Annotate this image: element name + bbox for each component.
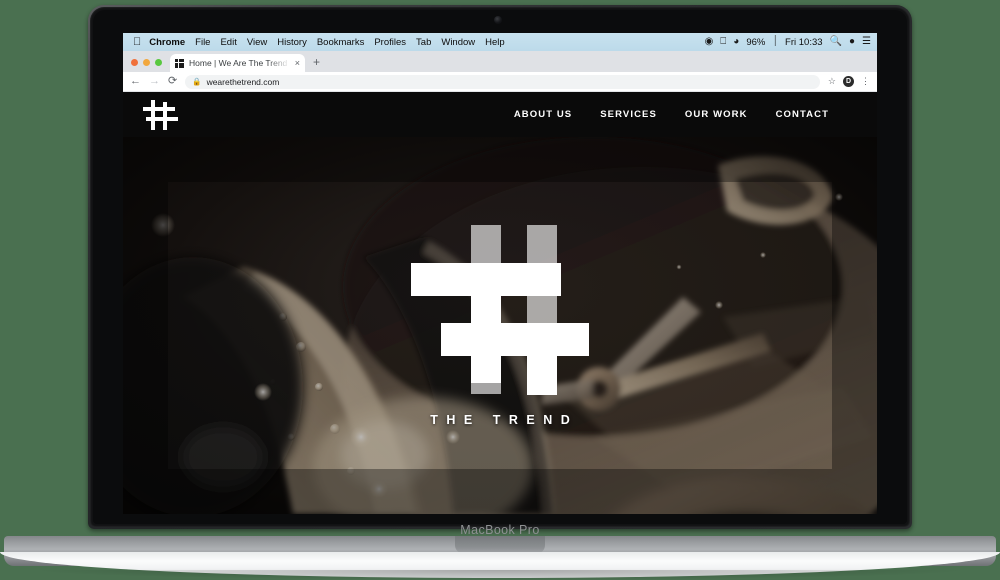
browser-tab-strip: Home | We Are The Trend | Ful × + (123, 51, 877, 72)
close-window-button[interactable] (131, 59, 138, 66)
apple-logo-icon[interactable]:  (133, 36, 141, 48)
hero-content-overlay: THE TREND (123, 137, 877, 514)
toolbar-right-actions: ☆ D ⋮ (828, 76, 870, 87)
globe-icon[interactable]: ◉ (705, 37, 714, 47)
nav-link-contact[interactable]: CONTACT (776, 109, 829, 120)
website-viewport: ABOUT US SERVICES OUR WORK CONTACT THE T… (123, 92, 877, 514)
laptop-screen:  Chrome File Edit View History Bookmark… (123, 33, 877, 514)
three-dot-menu-icon[interactable]: ⋮ (861, 77, 870, 86)
close-tab-button[interactable]: × (295, 58, 300, 68)
nav-link-about-us[interactable]: ABOUT US (514, 109, 572, 120)
battery-percent-label: 96% (746, 36, 766, 48)
address-bar[interactable]: 🔒 wearethetrend.com (185, 74, 820, 89)
site-nav: ABOUT US SERVICES OUR WORK CONTACT (514, 109, 829, 120)
menu-item-edit[interactable]: Edit (220, 37, 236, 48)
menu-item-chrome[interactable]: Chrome (149, 37, 185, 48)
menu-bar-clock[interactable]: Fri 10:33 (785, 37, 823, 48)
zoom-window-button[interactable] (155, 59, 162, 66)
menu-item-help[interactable]: Help (485, 37, 505, 48)
menu-item-history[interactable]: History (277, 37, 307, 48)
browser-tab[interactable]: Home | We Are The Trend | Ful × (170, 54, 305, 72)
menu-item-profiles[interactable]: Profiles (374, 37, 406, 48)
spotlight-search-icon[interactable]: 🔍 (830, 37, 842, 47)
site-header: ABOUT US SERVICES OUR WORK CONTACT (123, 92, 877, 137)
new-tab-button[interactable]: + (305, 56, 328, 72)
browser-toolbar: ← → ⟳ 🔒 wearethetrend.com ☆ D ⋮ (123, 72, 877, 92)
siri-icon[interactable]: ● (849, 37, 855, 47)
star-bookmark-icon[interactable]: ☆ (828, 76, 836, 87)
menu-item-bookmarks[interactable]: Bookmarks (317, 37, 365, 48)
lock-icon: 🔒 (192, 77, 202, 86)
site-favicon (175, 58, 184, 68)
back-arrow-icon[interactable]: ← (130, 76, 141, 87)
profile-avatar[interactable]: D (843, 76, 854, 87)
wifi-icon[interactable]: ◕ (733, 37, 739, 47)
macbook-pro-device: MacBook Pro  Chrome File Edit View Hist… (0, 0, 1000, 580)
webcam-icon (494, 16, 502, 24)
macos-menu-bar:  Chrome File Edit View History Bookmark… (123, 33, 877, 51)
browser-tab-title: Home | We Are The Trend | Ful (189, 58, 290, 68)
menu-item-view[interactable]: View (247, 37, 267, 48)
menu-item-window[interactable]: Window (441, 37, 475, 48)
address-bar-url: wearethetrend.com (206, 76, 280, 87)
reload-icon[interactable]: ⟳ (168, 76, 177, 87)
menu-item-file[interactable]: File (195, 37, 210, 48)
menu-item-tab[interactable]: Tab (416, 37, 431, 48)
control-center-icon[interactable]: ☰ (862, 37, 871, 47)
battery-charging-icon[interactable]: ⏐ (772, 37, 778, 47)
we-are-the-trend-logo[interactable] (143, 99, 179, 130)
laptop-drop-shadow (40, 570, 960, 580)
menu-bar-status-area: ◉ ⎕ ◕ 96% ⏐ Fri 10:33 🔍 ● ☰ (705, 37, 871, 48)
hero-section: THE TREND (123, 137, 877, 514)
macbook-pro-brand-label: MacBook Pro (460, 523, 540, 537)
minimize-window-button[interactable] (143, 59, 150, 66)
forward-arrow-icon[interactable]: → (149, 76, 160, 87)
display-icon[interactable]: ⎕ (720, 37, 726, 47)
tt-monogram-mark (411, 224, 589, 395)
nav-link-services[interactable]: SERVICES (600, 109, 657, 120)
nav-link-our-work[interactable]: OUR WORK (685, 109, 748, 120)
hero-tagline: THE TREND (430, 412, 579, 427)
window-traffic-lights (129, 59, 170, 72)
